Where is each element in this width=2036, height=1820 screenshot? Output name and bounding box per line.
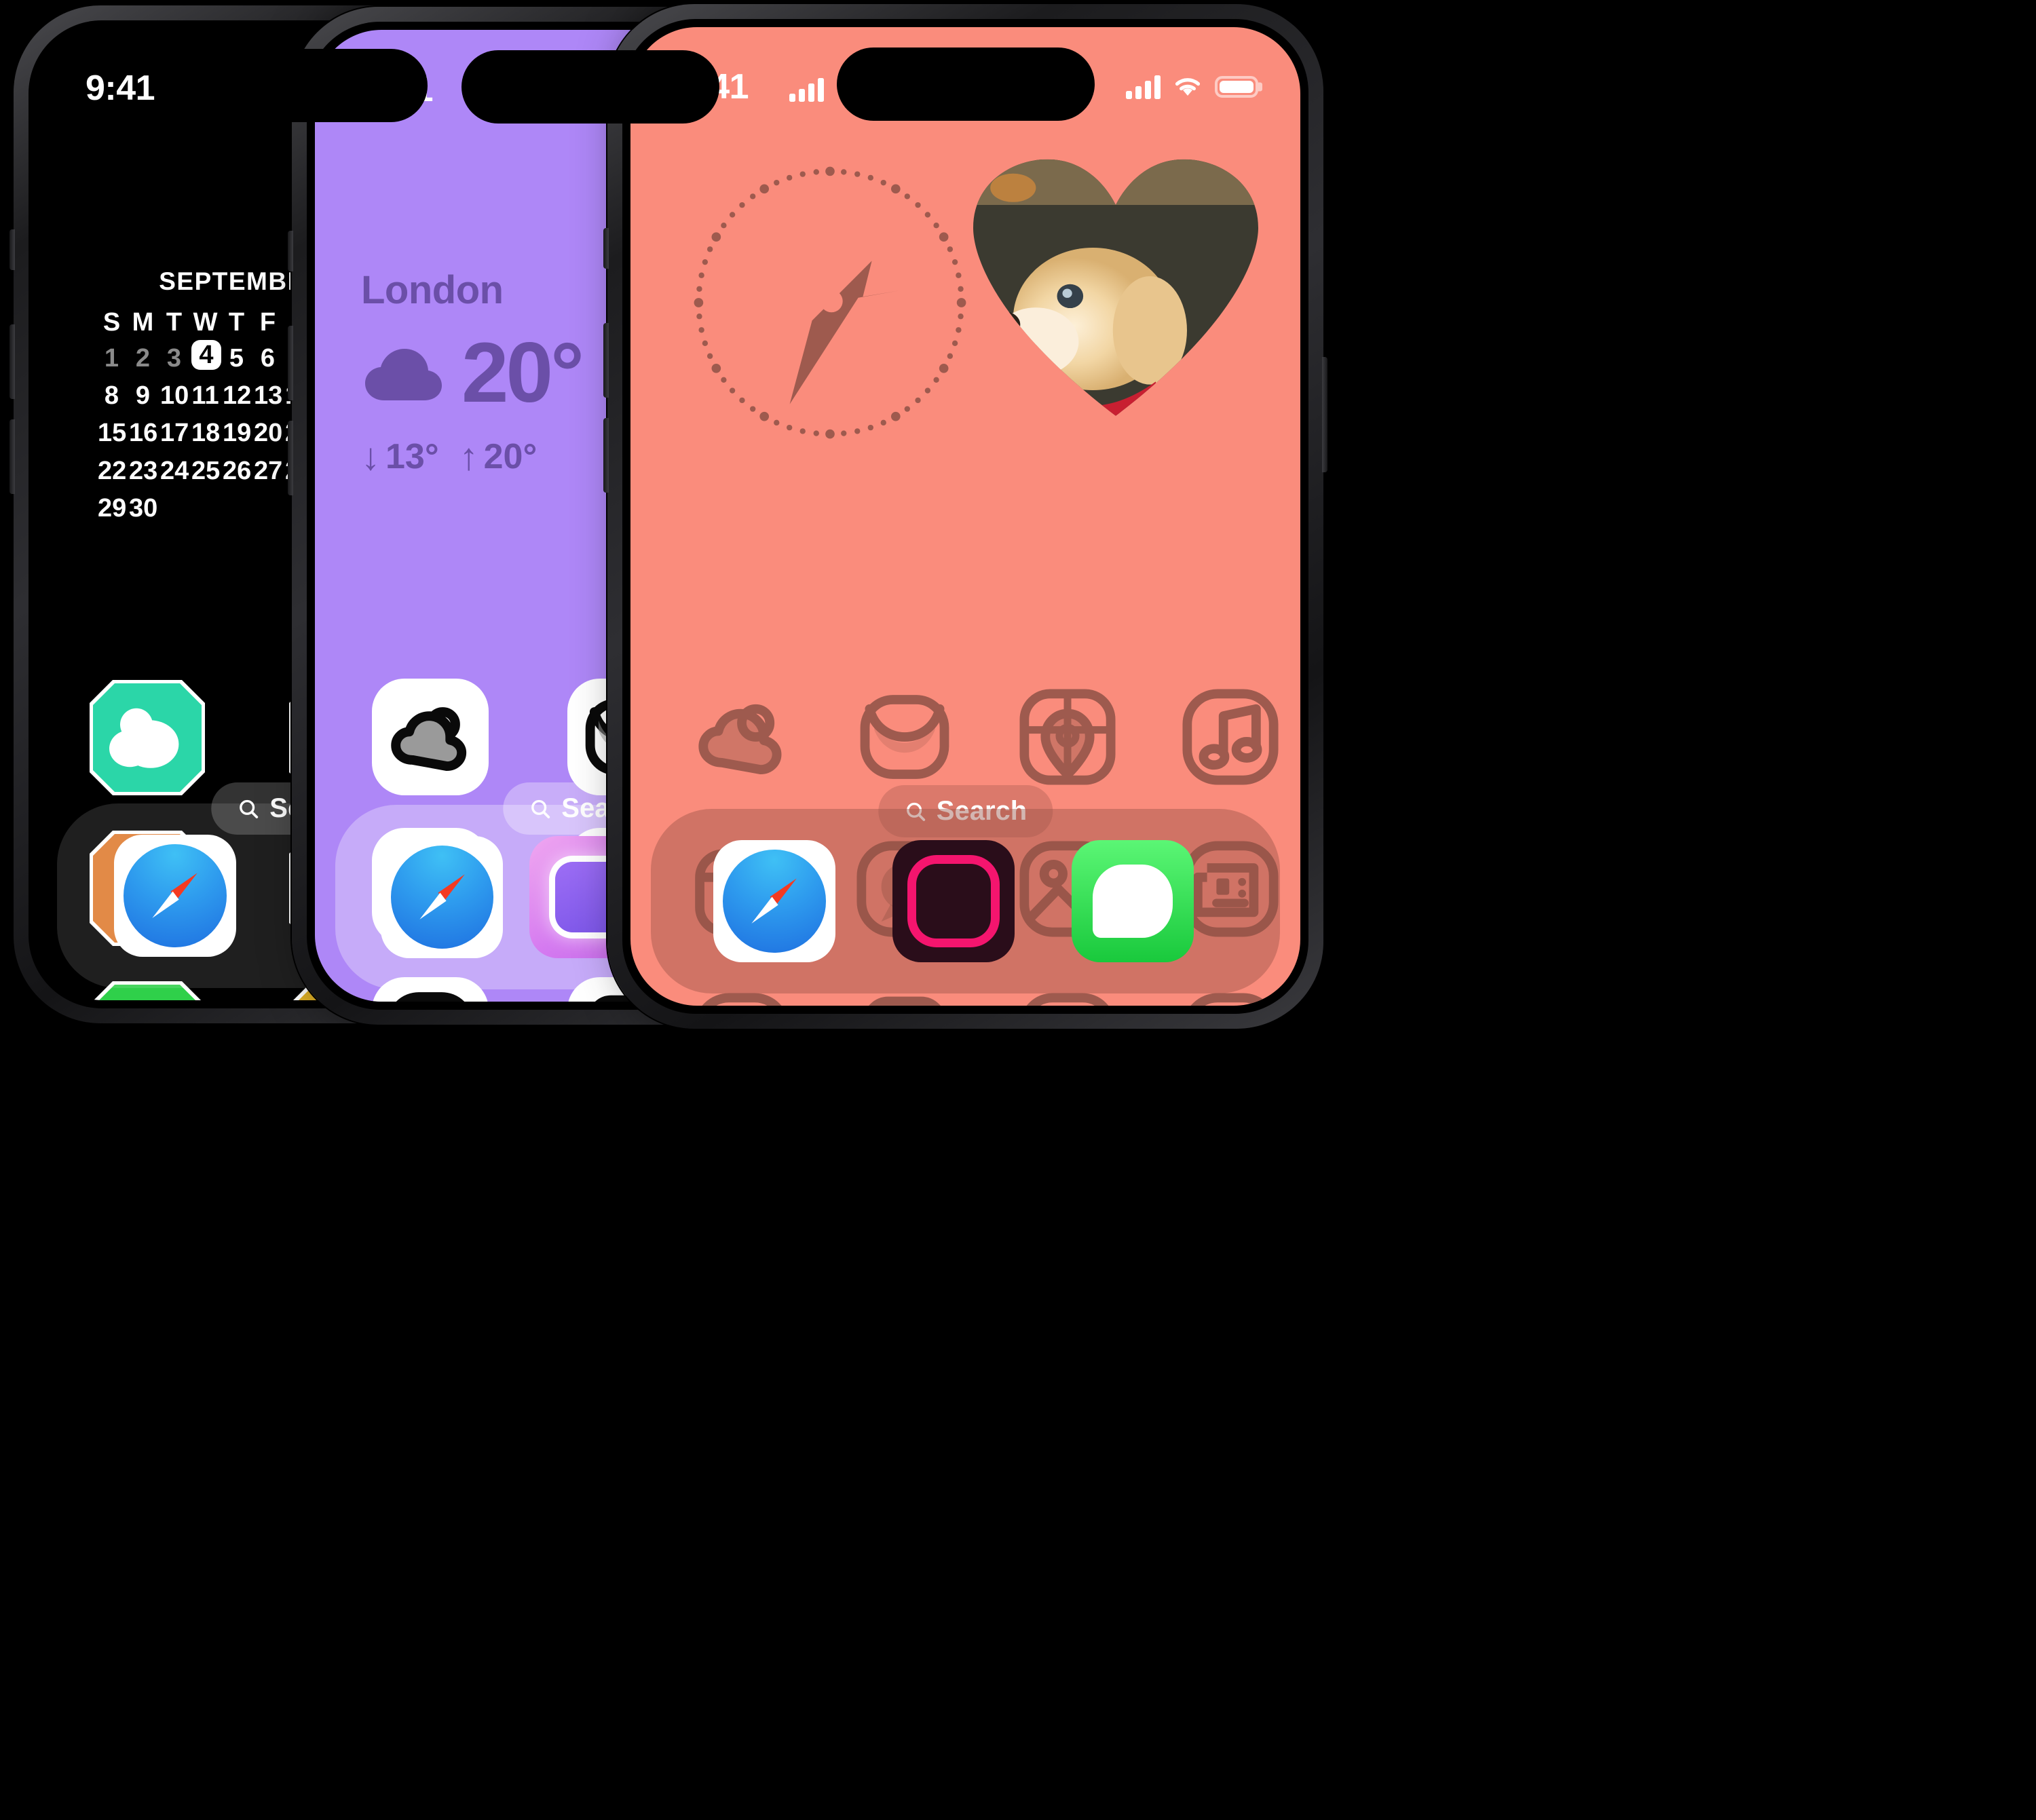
- mute-switch[interactable]: [288, 231, 293, 271]
- calendar-day-18: 18: [191, 419, 221, 448]
- dock-photos[interactable]: [892, 840, 1015, 962]
- volume-down-button[interactable]: [603, 418, 609, 493]
- volume-up-button[interactable]: [603, 323, 609, 398]
- calendar-day-3: 3: [166, 344, 182, 373]
- calendar-day-8: 8: [104, 381, 119, 411]
- power-button[interactable]: [1322, 357, 1327, 472]
- app-icon-maps[interactable]: [1009, 679, 1126, 795]
- app-icon-music[interactable]: [1172, 679, 1289, 795]
- calendar-dow: S: [102, 308, 121, 337]
- safari-compass-icon: [390, 846, 493, 949]
- volume-up-button[interactable]: [10, 324, 15, 399]
- calendar-day-30: 30: [129, 493, 158, 523]
- weather-cloud-icon: [93, 683, 202, 792]
- calendar-day-24: 24: [160, 456, 189, 485]
- calendar-day-29: 29: [98, 493, 127, 523]
- calendar-day-6: 6: [260, 344, 276, 373]
- calendar-day-9: 9: [135, 381, 151, 411]
- wifi-icon: [1173, 75, 1203, 98]
- app-icon-weather[interactable]: [373, 680, 487, 794]
- status-icons: [1126, 75, 1258, 99]
- calendar-day-22: 22: [98, 456, 127, 485]
- compass-clock-icon: [694, 166, 966, 439]
- calendar-day-2: 2: [135, 344, 151, 373]
- dynamic-island: [170, 49, 428, 122]
- weather-temperature: 20°: [461, 326, 584, 420]
- icon-plate: [373, 680, 487, 794]
- dynamic-island: [836, 48, 1095, 121]
- calendar-day-5: 5: [229, 344, 244, 373]
- music-note-icon: [1172, 679, 1289, 795]
- calendar-day-4: 4: [191, 340, 221, 377]
- maps-pin-icon: [1009, 679, 1126, 795]
- safari-compass-icon: [723, 850, 826, 953]
- calendar-day-20: 20: [254, 419, 283, 448]
- app-icon-weather[interactable]: [90, 680, 205, 795]
- calendar-dow: T: [228, 308, 245, 337]
- dock-safari[interactable]: [713, 840, 835, 962]
- dock-safari[interactable]: [381, 836, 504, 958]
- calendar-dow: W: [193, 308, 218, 337]
- weather-low: 13°: [385, 436, 439, 476]
- mute-switch[interactable]: [10, 229, 15, 270]
- cellular-bars-icon: [1126, 75, 1161, 99]
- dock-messages[interactable]: [1072, 840, 1194, 962]
- calendar-day-16: 16: [129, 419, 158, 448]
- calendar-day-12: 12: [223, 381, 252, 411]
- arrow-down-icon: ↓: [361, 435, 380, 478]
- app-icon-mail[interactable]: [846, 679, 963, 795]
- status-time: 9:41: [86, 69, 155, 108]
- screenshot-stage: 9:41 SEPTEMBER S M T W T F S: [0, 0, 2036, 1820]
- dock-safari[interactable]: [114, 835, 236, 957]
- mail-envelope-icon: [846, 679, 963, 795]
- calendar-day-27: 27: [254, 456, 283, 485]
- calendar-dow: M: [132, 308, 154, 337]
- weather-cloud-icon: [683, 679, 800, 795]
- weather-high: 20°: [483, 436, 538, 476]
- dock-coral: [651, 809, 1280, 993]
- calendar-day-17: 17: [160, 419, 189, 448]
- icon-outline: [90, 680, 205, 795]
- calendar-dow: F: [259, 308, 276, 337]
- phone-coral-screen: 9:41: [630, 27, 1300, 1006]
- mute-switch[interactable]: [603, 228, 609, 269]
- calendar-day-26: 26: [223, 456, 252, 485]
- volume-down-button[interactable]: [10, 419, 15, 494]
- calendar-day-13: 13: [254, 381, 283, 411]
- dynamic-island: [461, 50, 719, 124]
- calendar-day-10: 10: [160, 381, 189, 411]
- battery-full-icon: [1215, 76, 1258, 98]
- messages-app-icon: [1092, 865, 1173, 938]
- app-icon-weather[interactable]: [683, 679, 800, 795]
- volume-down-button[interactable]: [288, 421, 293, 495]
- photos-app-icon: [916, 864, 991, 939]
- cloud-icon: [365, 348, 442, 400]
- photo-widget-puppy[interactable]: [973, 155, 1258, 426]
- phone-coral: 9:41: [603, 4, 1327, 1029]
- safari-compass-icon: [124, 844, 227, 947]
- calendar-day-15: 15: [98, 419, 127, 448]
- calendar-dow: T: [166, 308, 183, 337]
- clock-compass-widget[interactable]: [681, 153, 979, 452]
- calendar-day-25: 25: [191, 456, 221, 485]
- calendar-day-11: 11: [191, 381, 219, 411]
- calendar-day-19: 19: [223, 419, 252, 448]
- calendar-day-1: 1: [104, 344, 119, 373]
- arrow-up-icon: ↑: [459, 435, 478, 478]
- weather-cloud-icon: [378, 685, 483, 789]
- volume-up-button[interactable]: [288, 326, 293, 400]
- calendar-day-23: 23: [129, 456, 158, 485]
